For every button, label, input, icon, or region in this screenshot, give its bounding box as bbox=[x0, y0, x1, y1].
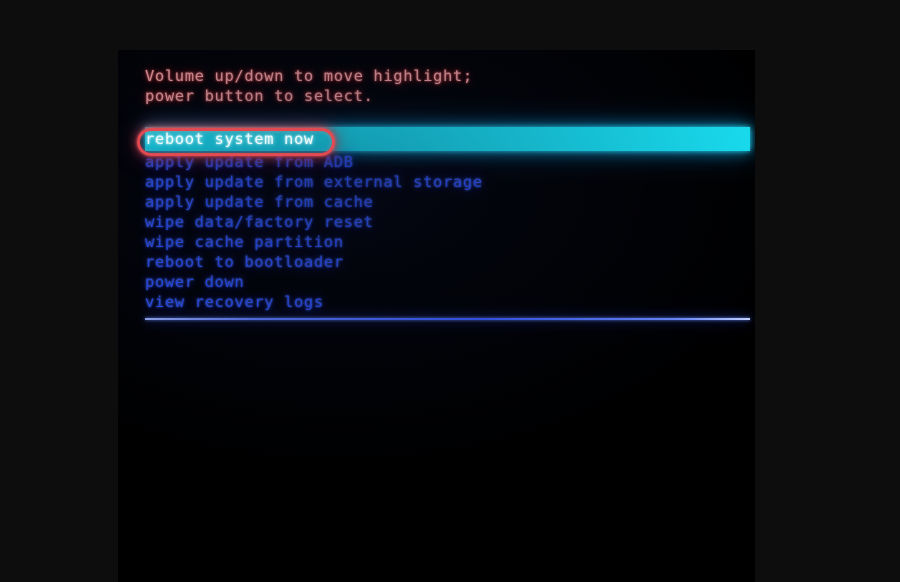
menu-item-apply-update-from-external-storage[interactable]: apply update from external storage bbox=[118, 172, 755, 192]
recovery-screen-panel: Volume up/down to move highlight; power … bbox=[118, 50, 755, 582]
menu-item-label: wipe cache partition bbox=[145, 233, 344, 251]
menu-item-label: view recovery logs bbox=[145, 293, 324, 311]
instruction-line-1: Volume up/down to move highlight; bbox=[145, 67, 473, 85]
menu-item-view-recovery-logs[interactable]: view recovery logs bbox=[118, 292, 755, 312]
menu-item-reboot-to-bootloader[interactable]: reboot to bootloader bbox=[118, 252, 755, 272]
menu-item-label: power down bbox=[145, 273, 245, 291]
instruction-line-2: power button to select. bbox=[145, 87, 374, 105]
screenshot-stage: Volume up/down to move highlight; power … bbox=[0, 0, 900, 582]
menu-item-wipe-data-factory-reset[interactable]: wipe data/factory reset bbox=[118, 212, 755, 232]
menu-item-label: reboot to bootloader bbox=[145, 253, 344, 271]
menu-item-label: apply update from external storage bbox=[145, 173, 483, 191]
instructions-block: Volume up/down to move highlight; power … bbox=[145, 66, 705, 106]
menu-item-apply-update-from-cache[interactable]: apply update from cache bbox=[118, 192, 755, 212]
menu-item-wipe-cache-partition[interactable]: wipe cache partition bbox=[118, 232, 755, 252]
menu-item-label: apply update from cache bbox=[145, 193, 374, 211]
menu-item-label: wipe data/factory reset bbox=[145, 213, 374, 231]
menu-divider-line bbox=[145, 318, 750, 320]
selection-annotation-box bbox=[137, 128, 335, 156]
menu-item-power-down[interactable]: power down bbox=[118, 272, 755, 292]
